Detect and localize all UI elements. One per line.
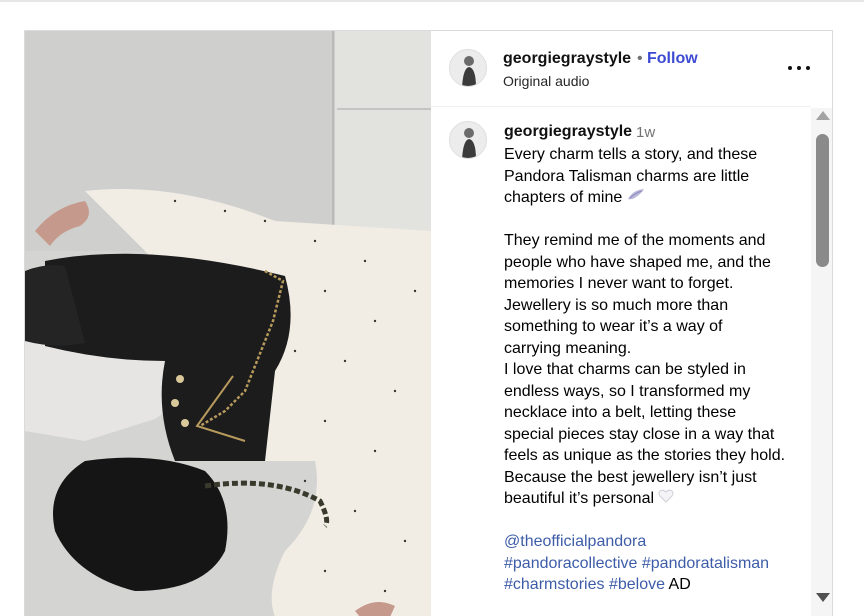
caption-line-with-emoji: beautiful it’s personal — [504, 488, 809, 510]
caption-line: necklace into a belt, letting these — [504, 404, 737, 422]
caption-line: Every charm tells a story, and these — [504, 146, 758, 163]
profile-image — [450, 122, 486, 158]
caption-line: feels as unique as the stories they hold… — [504, 447, 786, 465]
caption-line: something to wear it’s a way of — [504, 318, 723, 336]
caption-line: I love that charms can be styled in — [504, 361, 746, 379]
avatar[interactable] — [449, 49, 487, 87]
profile-image — [450, 50, 486, 86]
caption-line: They remind me of the moments and — [504, 232, 766, 250]
avatar[interactable] — [449, 121, 487, 159]
dot — [797, 66, 801, 70]
wing-icon — [627, 187, 645, 209]
caption-line: people who have shaped me, and the — [504, 253, 771, 271]
hashtag-line: #charmstories #belove AD — [504, 574, 809, 596]
follow-button[interactable]: Follow — [647, 50, 698, 68]
white-heart-icon — [658, 488, 674, 510]
comments-scrollbar[interactable] — [811, 108, 832, 616]
hashtag-link[interactable]: #pandoratalisman — [642, 555, 769, 572]
caption-line-text: chapters of mine — [504, 189, 623, 206]
hashtag-line: #pandoracollective #pandoratalisman — [504, 553, 809, 575]
caption-line: carrying meaning. — [504, 339, 632, 357]
post-side-panel: georgiegraystyle • Follow Original audio… — [431, 31, 832, 616]
dot — [806, 66, 810, 70]
hashtag-link[interactable]: #belove — [609, 576, 665, 593]
caption-line-with-emoji: chapters of mine — [504, 187, 809, 209]
mention-link[interactable]: @theofficialpandora — [504, 533, 646, 550]
audio-label[interactable]: Original audio — [503, 73, 589, 89]
hashtag-link[interactable]: #charmstories — [504, 576, 604, 593]
caption-line: Jewellery is so much more than — [504, 296, 729, 314]
ad-label: AD — [668, 576, 691, 594]
post-dialog: georgiegraystyle • Follow Original audio… — [24, 30, 833, 616]
header-username[interactable]: georgiegraystyle — [503, 50, 631, 68]
caption-line-text: beautiful it’s personal — [504, 490, 655, 508]
scroll-up-arrow-icon[interactable] — [816, 111, 830, 120]
caption-line: Because the best jewellery isn’t just — [504, 468, 757, 486]
page-top-divider — [0, 0, 864, 2]
caption-line: endless ways, so I transformed my — [504, 382, 751, 400]
scroll-down-arrow-icon[interactable] — [816, 593, 830, 602]
more-options-icon[interactable] — [788, 57, 810, 79]
header-separator: • — [637, 50, 643, 67]
outfit-photo — [25, 31, 431, 616]
post-media[interactable] — [25, 31, 431, 616]
caption-text: Every charm tells a story, and these Pan… — [504, 144, 809, 596]
caption-timestamp[interactable]: 1w — [636, 124, 655, 141]
post-header: georgiegraystyle • Follow Original audio — [431, 31, 811, 107]
comments-area: georgiegraystyle 1w Every charm tells a … — [431, 108, 811, 616]
caption-line: special pieces stay close in a way that — [504, 425, 775, 443]
caption-username[interactable]: georgiegraystyle — [504, 123, 632, 141]
mention-line: @theofficialpandora — [504, 531, 809, 553]
dot — [788, 66, 792, 70]
hashtag-link[interactable]: #pandoracollective — [504, 555, 637, 572]
caption-line: Pandora Talisman charms are little — [504, 167, 750, 185]
caption-line: memories I never want to forget. — [504, 275, 734, 293]
scrollbar-thumb[interactable] — [816, 134, 829, 267]
